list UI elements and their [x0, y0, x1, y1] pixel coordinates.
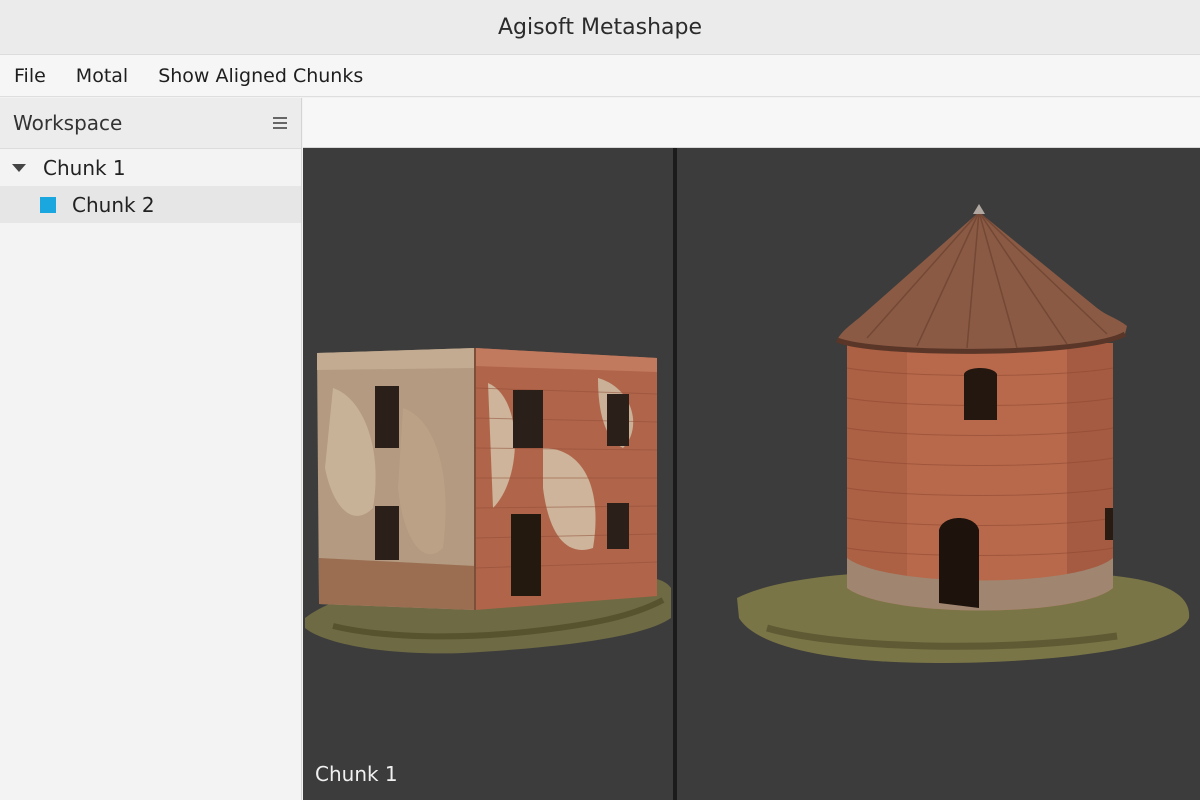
menu-show-aligned-chunks[interactable]: Show Aligned Chunks [158, 65, 363, 87]
chunk-color-swatch-icon [40, 196, 56, 213]
menu-bar: File Motal Show Aligned Chunks [0, 55, 1200, 97]
viewport-label: Chunk 1 [315, 762, 398, 786]
workspace-panel: Workspace Chunk 1 Chunk 2 [0, 98, 302, 800]
caret-down-icon[interactable] [12, 163, 26, 172]
title-bar: Agisoft Metashape [0, 0, 1200, 55]
hamburger-menu-icon[interactable] [273, 115, 289, 131]
ruined-house-model-image [305, 348, 671, 654]
menu-motal[interactable]: Motal [76, 65, 128, 87]
tree-item-chunk-1[interactable]: Chunk 1 [0, 149, 301, 186]
viewport-chunk-1[interactable]: Chunk 1 [303, 148, 673, 800]
menu-file[interactable]: File [14, 65, 46, 87]
viewport-chunk-2[interactable] [677, 148, 1200, 800]
viewport-container: Chunk 1 [303, 148, 1200, 800]
round-tower-model-image [737, 204, 1190, 663]
model-view-area: Chunk 1 [303, 98, 1200, 800]
workspace-title: Workspace [13, 111, 123, 135]
tree-item-label: Chunk 2 [72, 192, 155, 217]
window-title: Agisoft Metashape [497, 14, 703, 40]
tree-item-chunk-2[interactable]: Chunk 2 [0, 186, 301, 223]
workspace-header: Workspace [0, 98, 301, 149]
app-window: Agisoft Metashape File Motal Show Aligne… [0, 0, 1200, 800]
view-toolbar [303, 98, 1200, 148]
tree-item-label: Chunk 1 [43, 155, 126, 180]
